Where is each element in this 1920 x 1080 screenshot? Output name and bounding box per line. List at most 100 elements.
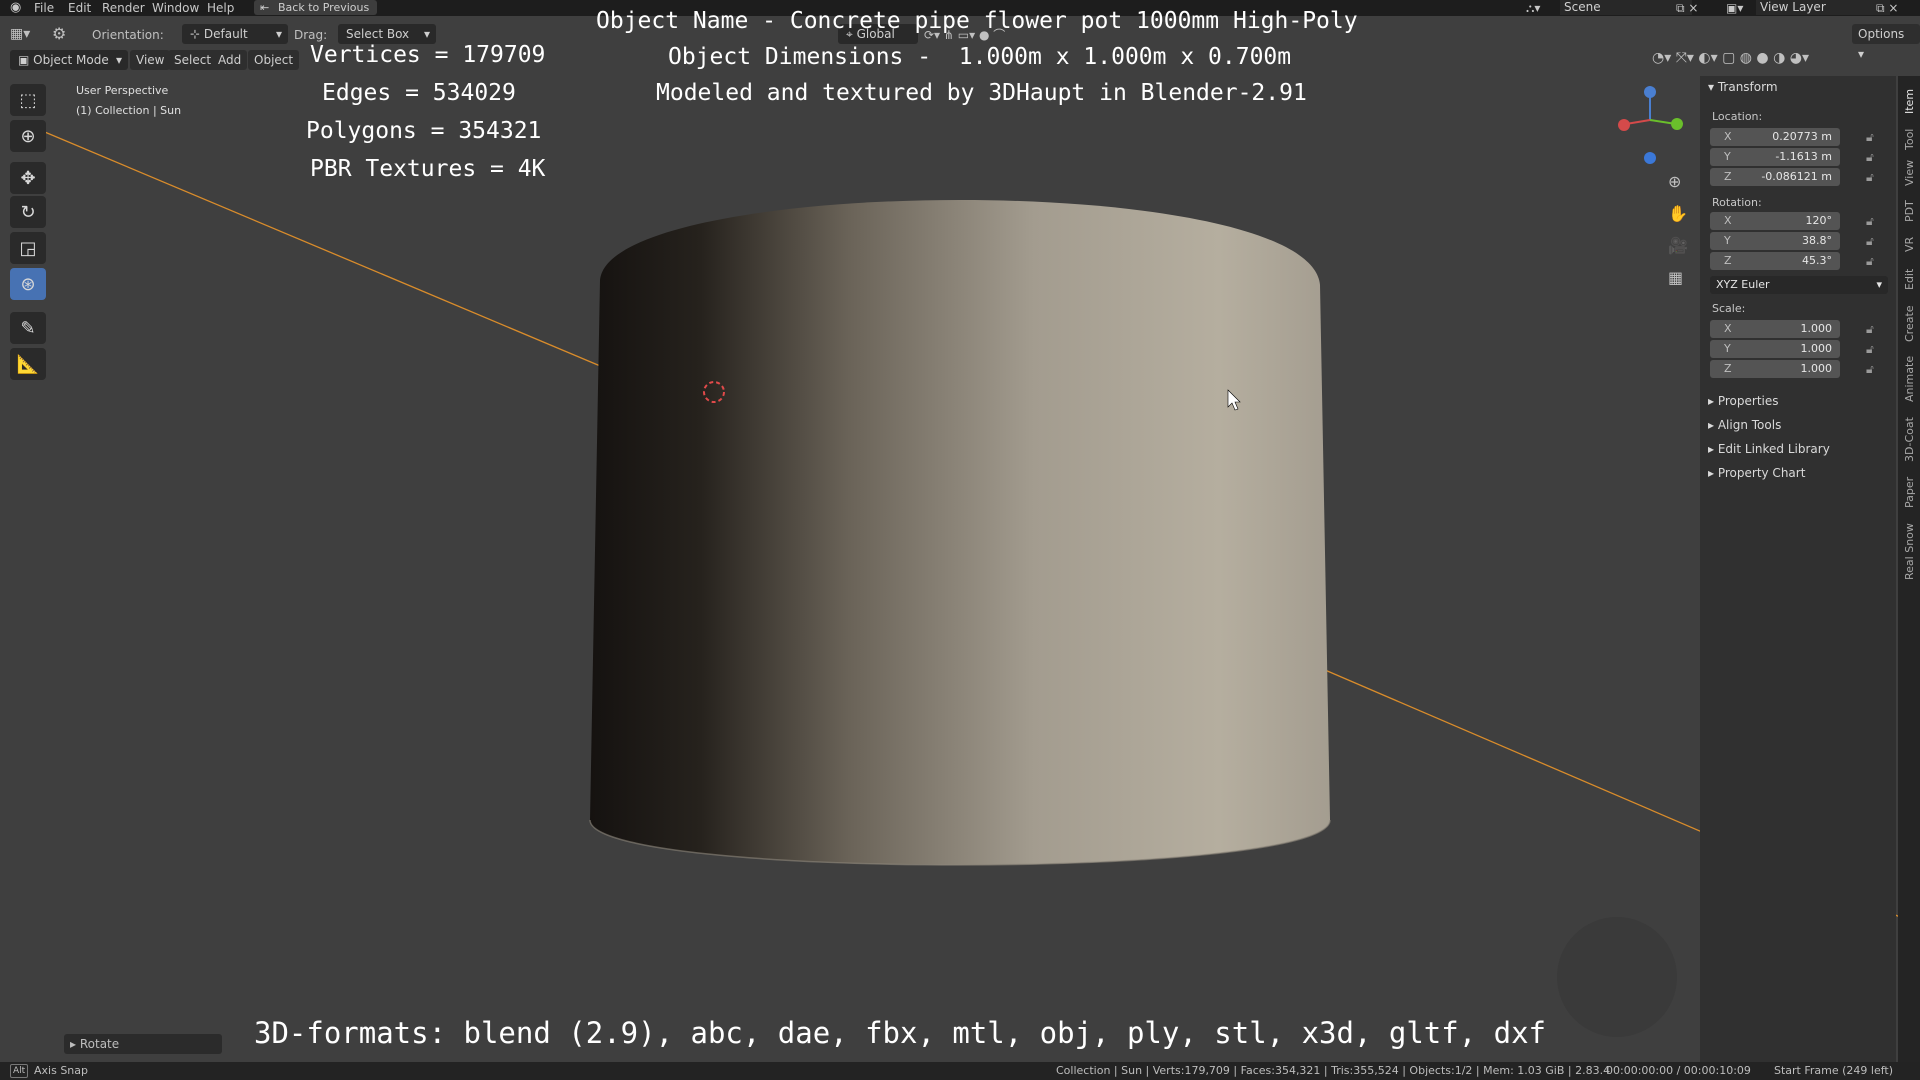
tab-paper[interactable]: Paper xyxy=(1903,477,1916,508)
overlay-textures: PBR Textures = 4K xyxy=(310,156,546,182)
tab-3d-coat[interactable]: 3D-Coat xyxy=(1903,417,1916,462)
editor-type-icon[interactable]: ▦▾ xyxy=(10,26,30,42)
menu-window[interactable]: Window xyxy=(152,0,199,16)
navigation-gizmo[interactable] xyxy=(1610,80,1690,170)
back-icon: ⇤ xyxy=(260,1,270,14)
menu-file[interactable]: File xyxy=(34,0,54,16)
add-menu[interactable]: Add xyxy=(212,50,248,70)
scale-y-field[interactable]: Y 1.000 xyxy=(1710,340,1840,358)
status-bar: Alt Axis Snap Collection | Sun | Verts:1… xyxy=(0,1062,1920,1080)
property-chart-subpanel[interactable]: ▸ Property Chart xyxy=(1708,466,1805,480)
chevron-right-icon: ▸ xyxy=(1708,394,1718,408)
location-x-field[interactable]: X 0.20773 m xyxy=(1710,128,1840,146)
rotate-tool-icon[interactable]: ↻ xyxy=(10,196,46,228)
cursor-tool-icon[interactable]: ⊕ xyxy=(10,120,46,152)
mode-dropdown[interactable]: ▣ Object Mode ▾ xyxy=(10,50,128,70)
object-mode-icon: ▣ xyxy=(18,53,34,67)
scale-x-field[interactable]: X 1.000 xyxy=(1710,320,1840,338)
status-frame: Start Frame (249 left) xyxy=(1774,1064,1894,1077)
overlay-edges: Edges = 534029 xyxy=(322,80,516,106)
lock-icon[interactable]: 🔓︎ xyxy=(1866,254,1874,269)
edit-linked-library-subpanel[interactable]: ▸ Edit Linked Library xyxy=(1708,442,1830,456)
chevron-down-icon: ▾ xyxy=(275,27,282,41)
viewport-shading-icons[interactable]: ◔▾ ⤧▾ ◐▾ ▢ ◍ ● ◑ ◕▾ xyxy=(1652,50,1809,66)
scene-icon[interactable]: ⛬▾ xyxy=(1526,0,1540,16)
tab-view[interactable]: View xyxy=(1903,160,1916,186)
tab-pdt[interactable]: PDT xyxy=(1903,200,1916,222)
orientation-dropdown[interactable]: ⊹ Default ▾ xyxy=(182,24,288,44)
chevron-right-icon: ▸ xyxy=(1708,466,1718,480)
properties-subpanel[interactable]: ▸ Properties xyxy=(1708,394,1779,408)
scale-z-field[interactable]: Z 1.000 xyxy=(1710,360,1840,378)
overlay-polygons: Polygons = 354321 xyxy=(306,118,542,144)
tab-real-snow[interactable]: Real Snow xyxy=(1903,523,1916,580)
view-menu[interactable]: View xyxy=(130,50,171,70)
alt-key-icon: Alt xyxy=(10,1064,29,1078)
ortho-grid-icon[interactable]: ▦ xyxy=(1668,268,1683,287)
location-y-field[interactable]: Y -1.1613 m xyxy=(1710,148,1840,166)
move-tool-icon[interactable]: ✥ xyxy=(10,162,46,194)
tab-vr[interactable]: VR xyxy=(1903,230,1916,252)
back-to-previous-button[interactable]: ⇤ Back to Previous xyxy=(254,0,378,15)
lock-icon[interactable]: 🔓︎ xyxy=(1866,150,1874,165)
tab-edit[interactable]: Edit xyxy=(1903,268,1916,290)
chevron-right-icon: ▸ xyxy=(1708,418,1718,432)
viewport-perspective-label: User Perspective xyxy=(76,84,169,97)
menu-help[interactable]: Help xyxy=(207,0,234,16)
lock-icon[interactable]: 🔓︎ xyxy=(1866,322,1874,337)
view-layer-selector[interactable]: View Layer xyxy=(1756,0,1890,15)
overlay-dimensions: Object Dimensions - 1.000m x 1.000m x 0.… xyxy=(668,44,1292,70)
scene-selector[interactable]: Scene xyxy=(1560,0,1692,15)
lock-icon[interactable]: 🔓︎ xyxy=(1866,362,1874,377)
drag-dropdown[interactable]: Select Box ▾ xyxy=(338,24,436,44)
status-hint: Axis Snap xyxy=(34,1064,88,1077)
scale-tool-icon[interactable]: ◲ xyxy=(10,232,46,264)
rotation-mode-dropdown[interactable]: XYZ Euler ▾ xyxy=(1710,276,1888,294)
rotation-z-field[interactable]: Z 45.3° xyxy=(1710,252,1840,270)
align-tools-subpanel[interactable]: ▸ Align Tools xyxy=(1708,418,1781,432)
new-scene-icon[interactable]: ⧉ × xyxy=(1676,0,1698,16)
zoom-icon[interactable]: ⊕ xyxy=(1668,172,1681,191)
tab-tool[interactable]: Tool xyxy=(1903,128,1916,150)
annotate-tool-icon[interactable]: ✎ xyxy=(10,312,46,344)
orientation-icon: ⊹ xyxy=(190,27,204,41)
overlay-object-name: Object Name - Concrete pipe flower pot 1… xyxy=(596,8,1358,34)
chevron-down-icon: ▾ xyxy=(1876,278,1882,291)
rotation-y-field[interactable]: Y 38.8° xyxy=(1710,232,1840,250)
tab-animate[interactable]: Animate xyxy=(1903,356,1916,402)
object-menu[interactable]: Object xyxy=(248,50,300,70)
lock-icon[interactable]: 🔓︎ xyxy=(1866,342,1874,357)
rotation-x-field[interactable]: X 120° xyxy=(1710,212,1840,230)
tab-create[interactable]: Create xyxy=(1903,305,1916,342)
transform-tool-icon[interactable]: ⊛ xyxy=(10,268,46,300)
location-z-field[interactable]: Z -0.086121 m xyxy=(1710,168,1840,186)
chevron-right-icon: ▸ xyxy=(1708,442,1718,456)
pan-hand-icon[interactable]: ✋ xyxy=(1668,204,1688,223)
overlay-vertices: Vertices = 179709 xyxy=(310,42,546,68)
rotation-label: Rotation: xyxy=(1712,196,1762,209)
lock-icon[interactable]: 🔓︎ xyxy=(1866,214,1874,229)
camera-view-icon[interactable]: 🎥 xyxy=(1668,236,1688,255)
neg-z-axis-icon xyxy=(1644,152,1656,164)
menu-render[interactable]: Render xyxy=(102,0,145,16)
scale-label: Scale: xyxy=(1712,302,1746,315)
lock-icon[interactable]: 🔓︎ xyxy=(1866,130,1874,145)
chevron-down-icon: ▾ xyxy=(423,27,430,41)
measure-tool-icon[interactable]: 📐 xyxy=(10,348,46,380)
last-operator-panel[interactable]: ▸ Rotate xyxy=(64,1034,222,1054)
blender-logo-icon[interactable]: ◉ xyxy=(10,0,24,16)
location-label: Location: xyxy=(1712,110,1763,123)
view-layer-icon[interactable]: ▣▾ xyxy=(1726,0,1743,16)
menu-edit[interactable]: Edit xyxy=(68,0,91,16)
overlay-credit: Modeled and textured by 3DHaupt in Blend… xyxy=(656,80,1307,106)
viewport-collection-label: (1) Collection | Sun xyxy=(76,104,182,117)
new-layer-icon[interactable]: ⧉ × xyxy=(1876,0,1898,16)
tab-item[interactable]: Item xyxy=(1903,89,1916,114)
options-button[interactable]: Options ▾ xyxy=(1852,24,1920,61)
transform-header[interactable]: ▾ Transform xyxy=(1708,80,1778,94)
select-box-tool-icon[interactable]: ⬚ xyxy=(10,84,46,116)
lock-icon[interactable]: 🔓︎ xyxy=(1866,170,1874,185)
select-menu[interactable]: Select xyxy=(168,50,218,70)
tool-settings-icon[interactable]: ⚙ xyxy=(52,24,66,43)
lock-icon[interactable]: 🔓︎ xyxy=(1866,234,1874,249)
